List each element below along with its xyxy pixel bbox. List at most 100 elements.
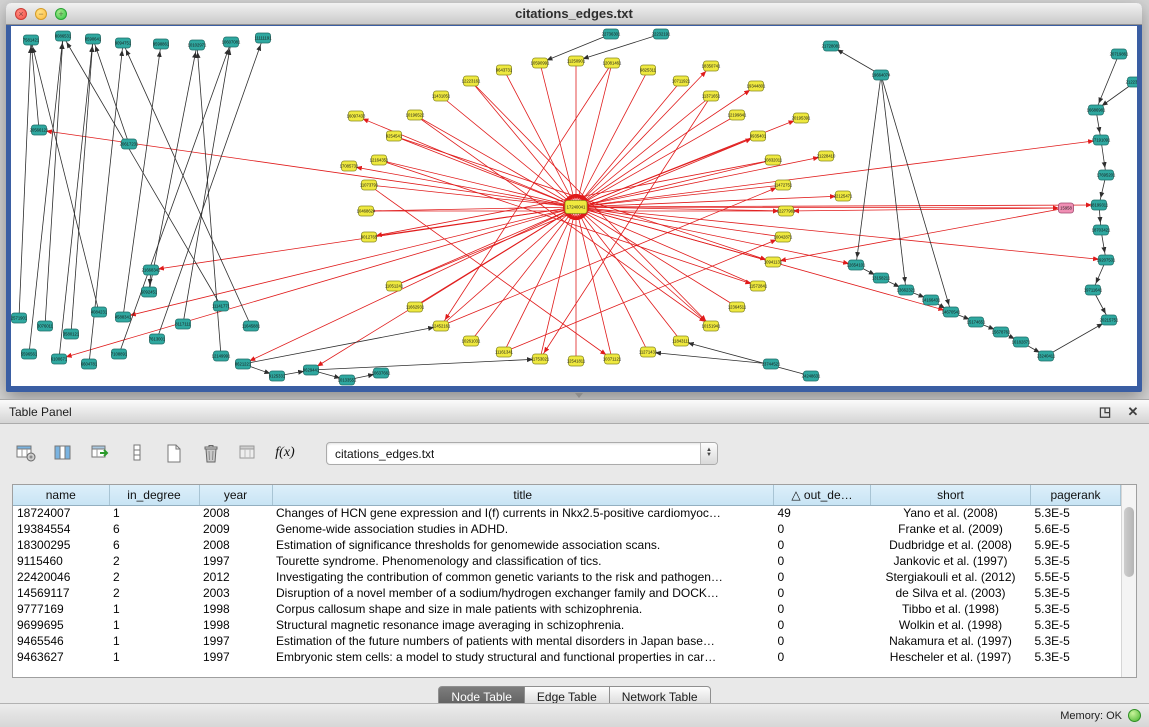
table-row[interactable]: 1872400712008Changes of HCN gene express… (13, 505, 1121, 521)
table-cell[interactable]: 2 (109, 569, 199, 585)
new-table-button[interactable] (160, 439, 188, 467)
table-cell[interactable]: 14569117 (13, 585, 109, 601)
table-row[interactable]: 1830029562008Estimation of significance … (13, 537, 1121, 553)
table-cell[interactable]: 22420046 (13, 569, 109, 585)
table-cell[interactable]: Hescheler et al. (1997) (871, 649, 1031, 665)
window-titlebar[interactable]: × − + citations_edges.txt (6, 3, 1142, 25)
table-row[interactable]: 1938455462009Genome-wide association stu… (13, 521, 1121, 537)
table-cell[interactable]: Wolkin et al. (1998) (871, 617, 1031, 633)
table-cell[interactable]: Estimation of significance thresholds fo… (272, 537, 774, 553)
table-cell[interactable]: 5.3E-5 (1031, 601, 1121, 617)
table-cell[interactable]: 1998 (199, 601, 272, 617)
graph-node[interactable]: 13662321 (897, 285, 916, 295)
column-header-title[interactable]: title (272, 485, 774, 505)
table-cell[interactable]: 2 (109, 553, 199, 569)
column-header-year[interactable]: year (199, 485, 272, 505)
table-cell[interactable]: 2009 (199, 521, 272, 537)
graph-node[interactable]: 18350741 (702, 61, 721, 71)
table-cell[interactable]: Investigating the contribution of common… (272, 569, 774, 585)
graph-node[interactable]: 11111191 (254, 33, 272, 43)
column-visibility-button[interactable] (49, 439, 77, 467)
table-cell[interactable]: 1 (109, 649, 199, 665)
graph-node[interactable]: 15958 (1059, 203, 1074, 213)
column-header-out_degree[interactable]: △ out_de… (774, 485, 871, 505)
graph-node[interactable]: 12149991 (212, 351, 231, 361)
graph-node[interactable]: 12081461 (603, 58, 622, 68)
table-row[interactable]: 969969511998Structural magnetic resonanc… (13, 617, 1121, 633)
table-cell[interactable]: 2003 (199, 585, 272, 601)
graph-node[interactable]: 10133551 (338, 375, 357, 385)
graph-node[interactable]: 19664074 (872, 70, 891, 80)
graph-node[interactable]: 9598861 (153, 39, 170, 49)
graph-node[interactable]: 23240411 (1037, 351, 1056, 361)
table-cell[interactable]: 1997 (199, 553, 272, 569)
graph-node[interactable]: 2571901 (11, 313, 28, 323)
table-cell[interactable]: 1 (109, 505, 199, 521)
splitter-handle-icon[interactable] (575, 393, 583, 398)
table-cell[interactable]: 1 (109, 633, 199, 649)
graph-node[interactable]: 12223161 (462, 76, 481, 86)
graph-node[interactable]: 5596561 (21, 349, 38, 359)
graph-node[interactable]: 10151941 (702, 321, 721, 331)
graph-node[interactable]: 16686981 (1087, 105, 1106, 115)
graph-node[interactable]: 17240041 (565, 201, 587, 214)
graph-node[interactable]: 22232191 (652, 29, 671, 39)
table-cell[interactable]: Structural magnetic resonance image aver… (272, 617, 774, 633)
graph-node[interactable]: 12277981 (777, 206, 796, 216)
graph-node[interactable]: 9094751 (115, 38, 132, 48)
graph-node[interactable]: 6604781 (81, 359, 98, 369)
graph-node[interactable]: 9935401 (750, 131, 767, 141)
close-panel-icon[interactable]: ✕ (1125, 404, 1141, 420)
graph-node[interactable]: 9629441 (303, 365, 320, 375)
table-cell[interactable]: Jankovic et al. (1997) (871, 553, 1031, 569)
graph-node[interactable]: 11753021 (531, 354, 550, 364)
graph-node[interactable]: 7613001 (149, 334, 166, 344)
graph-node[interactable]: 11662931 (406, 302, 425, 312)
table-scrollbar[interactable] (1121, 485, 1136, 677)
panel-splitter[interactable] (0, 392, 1149, 399)
table-cell[interactable]: 0 (774, 521, 871, 537)
table-cell[interactable]: Changes of HCN gene expression and I(f) … (272, 505, 774, 521)
import-table-button[interactable] (234, 439, 262, 467)
graph-node[interactable]: 9643731 (496, 65, 513, 75)
table-functions-button[interactable] (86, 439, 114, 467)
table-cell[interactable]: 1998 (199, 617, 272, 633)
table-cell[interactable]: 2008 (199, 505, 272, 521)
graph-node[interactable]: 10637661 (372, 368, 391, 378)
graph-node[interactable]: 18703421 (1092, 225, 1111, 235)
table-cell[interactable]: 0 (774, 569, 871, 585)
graph-node[interactable]: 11371651 (702, 91, 721, 101)
graph-node[interactable]: 12541811 (567, 356, 586, 366)
graph-node[interactable]: 8086531 (55, 31, 72, 41)
graph-node[interactable]: 21223971 (1126, 77, 1137, 87)
graph-node[interactable]: 12164351 (370, 155, 389, 165)
graph-node[interactable]: 19344801 (747, 81, 766, 91)
table-cell[interactable]: 1 (109, 617, 199, 633)
table-cell[interactable]: Dudbridge et al. (2008) (871, 537, 1031, 553)
graph-node[interactable]: 10832011 (764, 155, 783, 165)
graph-node[interactable]: 20719861 (1110, 49, 1129, 59)
graph-node[interactable]: 22125471 (834, 191, 853, 201)
graph-node[interactable]: 12654101 (847, 260, 866, 270)
graph-node[interactable]: 9825311 (640, 65, 657, 75)
graph-node[interactable]: 16182871 (1012, 337, 1031, 347)
table-cell[interactable]: de Silva et al. (2003) (871, 585, 1031, 601)
table-cell[interactable]: 18300295 (13, 537, 109, 553)
table-cell[interactable]: 5.6E-5 (1031, 521, 1121, 537)
graph-node[interactable]: 22736301 (602, 29, 621, 39)
table-cell[interactable]: 5.3E-5 (1031, 585, 1121, 601)
graph-node[interactable]: 10102971 (188, 40, 207, 50)
graph-node[interactable]: 10468624 (357, 206, 376, 216)
graph-node[interactable]: 10941131 (764, 257, 783, 267)
graph-node[interactable]: 11051241 (385, 281, 404, 291)
table-selector-dropdown[interactable]: citations_edges.txt ▲▼ (326, 442, 718, 465)
table-cell[interactable]: 9699695 (13, 617, 109, 633)
column-header-name[interactable]: name (13, 485, 109, 505)
table-cell[interactable]: Tibbo et al. (1998) (871, 601, 1031, 617)
graph-node[interactable]: 4588341 (115, 312, 132, 322)
column-header-in_degree[interactable]: in_degree (109, 485, 199, 505)
table-cell[interactable]: 0 (774, 553, 871, 569)
graph-node[interactable]: 8117111 (175, 319, 191, 329)
table-cell[interactable]: 2012 (199, 569, 272, 585)
table-cell[interactable]: Yano et al. (2008) (871, 505, 1031, 521)
